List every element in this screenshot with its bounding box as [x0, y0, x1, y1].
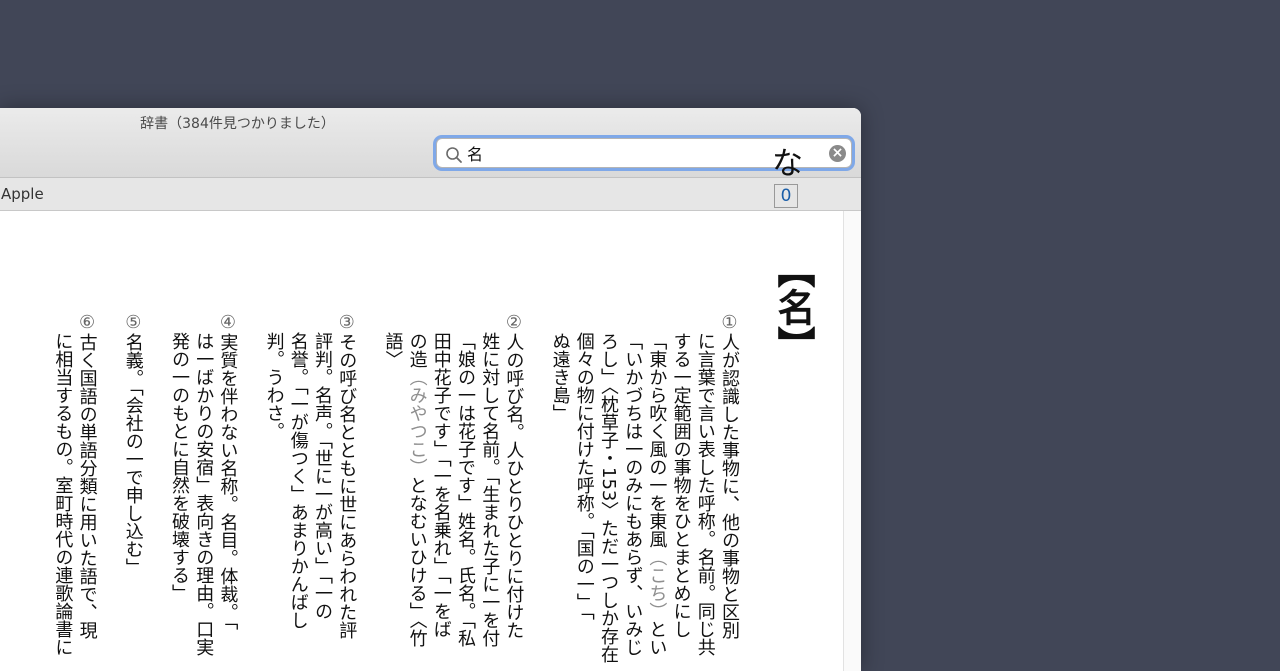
entry-kanji: 【名】 [771, 250, 815, 364]
sense-text: する一定範囲の事物をひとまとめにし [670, 332, 692, 638]
sense-column: 判。うわさ。 [261, 332, 287, 592]
sense-text: 「いかづちは一のみにもあらず、いみじ [622, 332, 644, 656]
sense-number: ④ [217, 312, 239, 333]
sense-text: その呼び名とともに世にあらわれた評 [336, 333, 358, 639]
sense-text: 「娘の一は花子です」姓名。氏名。「私 [455, 332, 476, 647]
source-tab-apple[interactable]: Apple [1, 185, 44, 203]
sense-text: 実質を伴わない名称。名目。体裁。「 [217, 333, 239, 630]
sense-column: に言葉で言い表した呼称。名前。同じ共 [692, 332, 718, 656]
sense-text-tail: となむいひける」〈竹 [406, 476, 428, 647]
sense-text-tail: とい [646, 620, 668, 656]
sense-column: 「東から吹く風の一を東風（こち）とい [643, 332, 669, 656]
sense-column: する一定範囲の事物をひとまとめにし [668, 332, 694, 638]
sense-column-start: ③その呼び名とともに世にあらわれた評 [333, 312, 359, 639]
sense-text: 人が認識した事物に、他の事物と区別 [719, 333, 740, 639]
sense-column: ぬ遠き島」 [547, 332, 573, 592]
sense-text: 名義。「会社の一で申し込む」 [122, 333, 144, 576]
sense-number: ② [503, 312, 525, 333]
sense-column: の造（みやつこ）となむいひける」〈竹 [404, 332, 430, 647]
sense-column: ろし」〈枕草子・153〉ただ一つしか存在 [595, 332, 621, 663]
sense-column-start: ④実質を伴わない名称。名目。体裁。「 [214, 312, 240, 630]
sense-text: 姓に対して名前。「生まれた子に一を付 [479, 332, 501, 647]
sense-column: 語〉 [379, 332, 405, 592]
sense-text: に言葉で言い表した呼称。名前。同じ共 [694, 332, 716, 656]
sense-text: は一ばかりの安宿」表向きの理由。口実 [193, 332, 215, 656]
sense-number: ③ [336, 312, 358, 333]
sense-column: 評判。名声。「世に一が高い」「一の [309, 332, 335, 620]
reading-text: （みやつこ） [406, 368, 428, 476]
search-icon [445, 146, 463, 164]
sense-text: 評判。名声。「世に一が高い」「一の [312, 332, 333, 620]
sense-column-start: ①人が認識した事物に、他の事物と区別 [716, 312, 742, 639]
dictionary-source-bar: Apple [0, 178, 861, 211]
sense-text: の造 [406, 332, 428, 368]
sense-column: 「いかづちは一のみにもあらず、いみじ [619, 332, 645, 656]
sense-text: 人の呼び名。人ひとりひとりに付けた [503, 333, 525, 639]
sense-text: 語〉 [382, 332, 404, 368]
sense-column: 発の一のもとに自然を破壊する」 [166, 332, 192, 602]
entry-headword: な [772, 146, 803, 182]
entry-ref-badge[interactable]: 0 [774, 184, 798, 208]
sense-column: 名誉。「一が傷つく」あまりかんばし [285, 332, 311, 629]
sense-column: 「娘の一は花子です」姓名。氏名。「私 [452, 332, 478, 647]
sense-text: 古く国語の単語分類に用いた語で、現 [76, 333, 98, 639]
sense-text: ぬ遠き島」 [549, 332, 571, 422]
sense-column: 姓に対して名前。「生まれた子に一を付 [476, 332, 502, 647]
reading-text: （こち） [646, 548, 668, 620]
sense-number: ⑥ [76, 312, 98, 333]
sense-column: 田中花子です」「一を名乗れ」「一をば [428, 332, 454, 638]
sense-text: ろし」〈枕草子・153〉ただ一つしか存在 [598, 332, 619, 664]
sense-number: ⑤ [122, 312, 144, 333]
sense-text: 発の一のもとに自然を破壊する」 [169, 332, 190, 602]
sense-column: 個々の物に付けた呼称。「国の一」「 [571, 332, 597, 620]
sense-text: 「東から吹く風の一を東風 [646, 332, 668, 548]
sense-column: は一ばかりの安宿」表向きの理由。口実 [190, 332, 216, 656]
sense-text: 田中花子です」「一を名乗れ」「一をば [430, 332, 452, 638]
sense-text: 個々の物に付けた呼称。「国の一」「 [573, 332, 595, 620]
title-bar: 辞書（384件見つかりました） × [0, 108, 861, 178]
sense-text: 判。うわさ。 [263, 332, 285, 440]
scroll-gutter[interactable] [843, 211, 861, 671]
sense-column: に相当するもの。室町時代の連歌論書に [49, 332, 75, 656]
sense-number: ① [719, 312, 740, 333]
sense-text: 名誉。「一が傷つく」あまりかんばし [287, 332, 309, 629]
sense-column-start: ②人の呼び名。人ひとりひとりに付けた [500, 312, 526, 639]
clear-search-icon[interactable]: × [829, 145, 846, 162]
sense-text: に相当するもの。室町時代の連歌論書に [52, 332, 74, 656]
window-title: 辞書（384件見つかりました） [140, 116, 335, 132]
sense-column-start: ⑥古く国語の単語分類に用いた語で、現 [74, 312, 100, 639]
sense-column-start: ⑤名義。「会社の一で申し込む」 [120, 312, 146, 576]
